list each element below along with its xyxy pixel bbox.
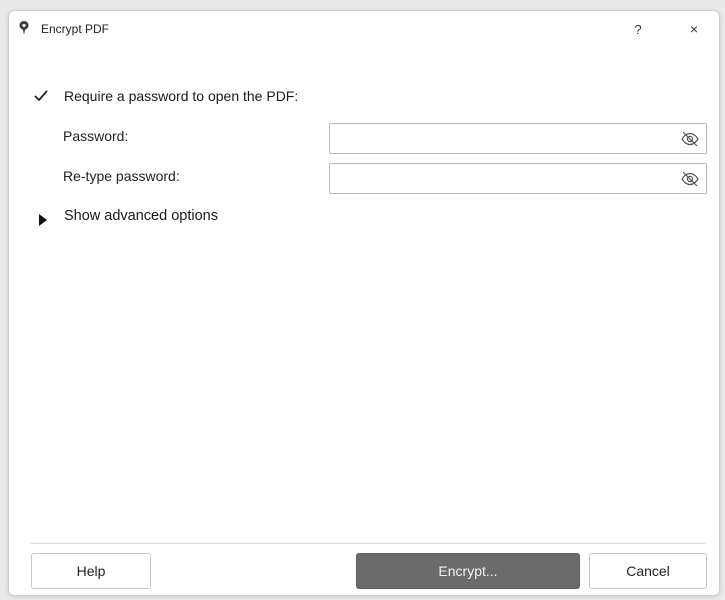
checkmark-icon (34, 90, 48, 101)
password-field-container (329, 123, 707, 154)
show-advanced-options-toggle[interactable]: Show advanced options (64, 208, 218, 224)
help-title-button[interactable]: ? (623, 17, 653, 41)
password-input[interactable] (330, 124, 686, 153)
title-bar: Encrypt PDF ? × (9, 11, 719, 49)
require-password-label[interactable]: Require a password to open the PDF: (64, 88, 298, 104)
help-button[interactable]: Help (31, 553, 151, 589)
eye-slash-icon[interactable] (680, 130, 700, 148)
question-icon: ? (634, 21, 642, 37)
retype-password-input[interactable] (330, 164, 686, 193)
retype-password-field-container (329, 163, 707, 194)
require-password-checkbox[interactable] (31, 86, 51, 106)
close-button[interactable]: × (679, 17, 709, 41)
window-title: Encrypt PDF (41, 22, 110, 36)
retype-password-label: Re-type password: (63, 168, 180, 184)
footer-divider (31, 543, 705, 544)
triangle-right-icon[interactable] (37, 213, 49, 227)
pin-icon (19, 21, 29, 35)
eye-slash-icon[interactable] (680, 170, 700, 188)
encrypt-pdf-dialog: Encrypt PDF ? × Require a password to op… (8, 10, 720, 596)
encrypt-button[interactable]: Encrypt... (356, 553, 580, 589)
password-label: Password: (63, 128, 129, 144)
close-icon: × (689, 21, 699, 37)
cancel-button[interactable]: Cancel (589, 553, 707, 589)
